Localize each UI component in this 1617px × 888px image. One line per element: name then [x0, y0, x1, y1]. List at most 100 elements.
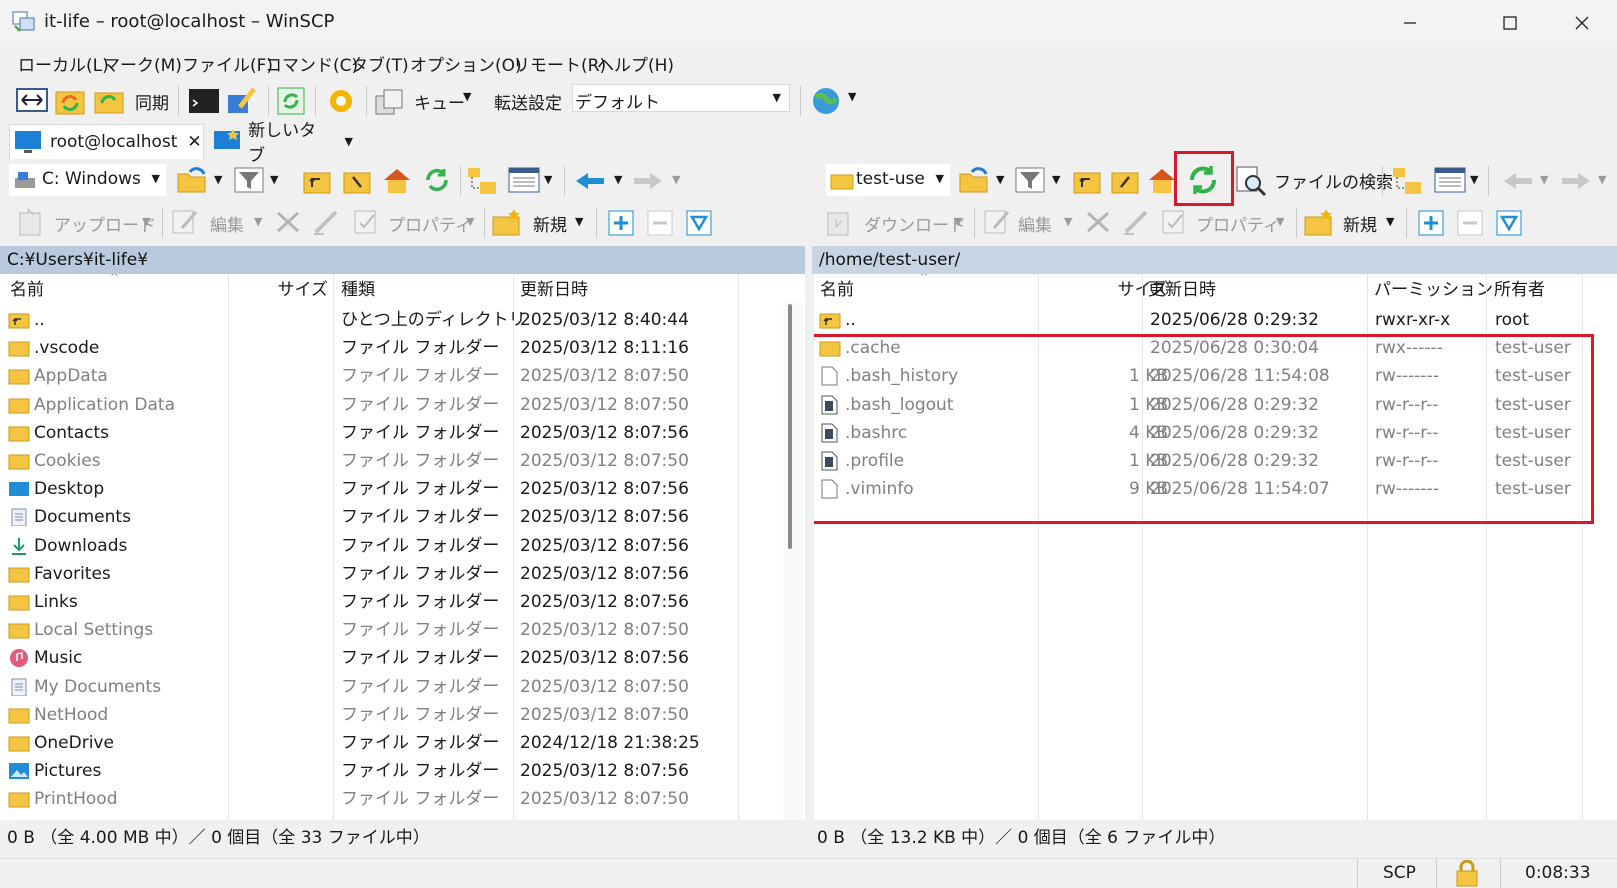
transfer-settings-select[interactable]: デフォルト ▼: [572, 84, 790, 113]
open-folder-icon[interactable]: [958, 166, 992, 194]
menu-remote[interactable]: リモート(R): [513, 51, 606, 76]
tab-new[interactable]: 新しいタブ ▼: [213, 121, 353, 166]
queue-label[interactable]: キュー: [414, 89, 465, 114]
maximize-button[interactable]: [1475, 0, 1545, 46]
filter-icon[interactable]: [1015, 167, 1045, 193]
local-file-row[interactable]: Contacts ファイル フォルダー 2025/03/12 8:07:56: [0, 419, 780, 448]
column-header-date[interactable]: 更新日時: [1148, 274, 1216, 306]
local-file-row[interactable]: Documents ファイル フォルダー 2025/03/12 8:07:56: [0, 503, 780, 532]
local-file-row[interactable]: AppData ファイル フォルダー 2025/03/12 8:07:50: [0, 362, 780, 391]
local-path-bar[interactable]: C:¥Users¥it-life¥: [0, 246, 805, 274]
view-details-icon[interactable]: [1434, 167, 1466, 193]
parent-directory-icon[interactable]: [302, 167, 332, 195]
menu-help[interactable]: ヘルプ(H): [597, 51, 674, 76]
select-plus-icon[interactable]: [608, 210, 634, 236]
local-file-row[interactable]: Pictures ファイル フォルダー 2025/03/12 8:07:56: [0, 757, 780, 786]
back-arrow-icon[interactable]: [574, 171, 606, 191]
remote-refresh-icon[interactable]: [1185, 163, 1221, 197]
globe-sites-icon[interactable]: [810, 85, 842, 117]
column-header-date[interactable]: 更新日時: [520, 274, 588, 306]
filter-icon[interactable]: [234, 167, 264, 193]
menu-local[interactable]: ローカル(L): [18, 51, 109, 76]
root-directory-icon[interactable]: [342, 167, 372, 195]
menu-mark[interactable]: マーク(M): [103, 51, 182, 76]
select-plus-icon[interactable]: [1418, 210, 1444, 236]
view-details-icon[interactable]: [508, 167, 540, 193]
open-folder-icon[interactable]: [176, 166, 210, 194]
chevron-down-icon[interactable]: ▼: [996, 173, 1004, 186]
chevron-down-icon[interactable]: ▼: [575, 215, 583, 228]
putty-icon[interactable]: [226, 85, 258, 117]
local-file-row[interactable]: Cookies ファイル フォルダー 2025/03/12 8:07:50: [0, 447, 780, 476]
parent-directory-icon[interactable]: [1072, 167, 1102, 195]
preferences-gear-icon[interactable]: [325, 86, 357, 116]
tree-view-icon[interactable]: [1391, 166, 1425, 196]
minimize-button[interactable]: [1375, 0, 1445, 46]
local-scrollbar-thumb[interactable]: [788, 304, 792, 549]
terminal-icon[interactable]: [188, 86, 220, 116]
queue-dropdown-icon[interactable]: ▼: [463, 90, 471, 103]
chevron-down-icon[interactable]: ▼: [614, 173, 622, 186]
local-file-row[interactable]: Desktop ファイル フォルダー 2025/03/12 8:07:56: [0, 475, 780, 504]
local-file-row[interactable]: .. ひとつ上のディレクトリ 2025/03/12 8:40:44: [0, 306, 780, 335]
compare-directories-icon[interactable]: [16, 86, 48, 114]
refresh-icon[interactable]: [421, 165, 453, 195]
menu-tab[interactable]: タブ(T): [351, 51, 409, 76]
local-file-row[interactable]: My Documents ファイル フォルダー 2025/03/12 8:07:50: [0, 673, 780, 702]
local-file-list[interactable]: 名前 ^ サイズ 種類 更新日時 .. ひとつ上のディレクトリ 2025/03/12…: [0, 274, 805, 820]
local-file-row[interactable]: Links ファイル フォルダー 2025/03/12 8:07:56: [0, 588, 780, 617]
chevron-down-icon[interactable]: ▼: [270, 173, 278, 186]
local-drive-select[interactable]: C: Windows ▼: [9, 164, 166, 196]
remote-file-list[interactable]: 名前 ^ サイズ 更新日時 パーミッション 所有者 ..2025/06/28 0…: [814, 274, 1617, 820]
local-file-row[interactable]: Music ファイル フォルダー 2025/03/12 8:07:56: [0, 644, 780, 673]
column-header-name[interactable]: 名前: [10, 274, 44, 306]
new-folder-icon[interactable]: [1302, 207, 1336, 237]
column-header-owner[interactable]: 所有者: [1494, 274, 1545, 306]
remote-directory-select[interactable]: test-use ▼: [826, 164, 950, 196]
chevron-down-icon[interactable]: ▼: [1386, 215, 1394, 228]
forward-arrow-icon[interactable]: [632, 171, 664, 191]
menu-command[interactable]: コマンド(C): [265, 51, 358, 76]
chevron-down-icon[interactable]: ▼: [1052, 173, 1060, 186]
menu-options[interactable]: オプション(O): [410, 51, 522, 76]
lock-icon[interactable]: [1455, 860, 1479, 887]
synchronize-label[interactable]: 同期: [135, 89, 169, 114]
synchronize-icon[interactable]: [94, 87, 124, 115]
local-file-row[interactable]: PrintHood ファイル フォルダー 2025/03/12 8:07:50: [0, 785, 780, 814]
home-icon[interactable]: [381, 165, 413, 195]
tree-view-icon[interactable]: [466, 166, 500, 196]
local-scrollbar[interactable]: [783, 302, 803, 820]
column-header-permissions[interactable]: パーミッション: [1374, 274, 1493, 306]
root-directory-icon[interactable]: [1110, 167, 1140, 195]
find-files-icon[interactable]: [1235, 165, 1267, 197]
local-file-row[interactable]: OneDrive ファイル フォルダー 2024/12/18 21:38:25: [0, 729, 780, 758]
local-file-row[interactable]: Favorites ファイル フォルダー 2025/03/12 8:07:56: [0, 560, 780, 589]
tab-session[interactable]: root@localhost ✕: [9, 124, 204, 159]
synchronize-browsing-icon[interactable]: [54, 86, 86, 116]
queue-icon[interactable]: [374, 86, 408, 116]
chevron-down-icon[interactable]: ▼: [345, 135, 353, 148]
local-file-row[interactable]: NetHood ファイル フォルダー 2025/03/12 8:07:50: [0, 701, 780, 730]
chevron-down-icon[interactable]: ▼: [1470, 173, 1478, 186]
chevron-down-icon[interactable]: ▼: [214, 173, 222, 186]
remote-file-row[interactable]: .. 2025/06/28 0:29:32 rwxr-xr-x root: [814, 306, 1617, 335]
local-file-row[interactable]: Downloads ファイル フォルダー 2025/03/12 8:07:56: [0, 532, 780, 561]
refresh-both-icon[interactable]: [276, 86, 306, 116]
close-tab-icon[interactable]: ✕: [187, 132, 201, 152]
menu-file[interactable]: ファイル(F): [182, 51, 273, 76]
close-window-button[interactable]: [1547, 0, 1617, 46]
column-header-size[interactable]: サイズ: [240, 274, 329, 306]
new-label[interactable]: 新規: [1343, 211, 1377, 236]
column-header-name[interactable]: 名前: [820, 274, 854, 306]
invert-selection-icon[interactable]: [686, 210, 712, 236]
chevron-down-icon[interactable]: ▼: [848, 90, 856, 103]
column-header-type[interactable]: 種類: [341, 274, 375, 306]
chevron-down-icon[interactable]: ▼: [544, 173, 552, 186]
local-file-row[interactable]: Application Data ファイル フォルダー 2025/03/12 8:0…: [0, 391, 780, 420]
find-files-label[interactable]: ファイルの検索: [1274, 168, 1393, 193]
remote-path-bar[interactable]: /home/test-user/: [812, 246, 1617, 274]
new-folder-icon[interactable]: [490, 207, 524, 237]
local-file-row[interactable]: Local Settings ファイル フォルダー 2025/03/12 8:07:…: [0, 616, 780, 645]
local-file-row[interactable]: .vscode ファイル フォルダー 2025/03/12 8:11:16: [0, 334, 780, 363]
new-label[interactable]: 新規: [533, 211, 567, 236]
